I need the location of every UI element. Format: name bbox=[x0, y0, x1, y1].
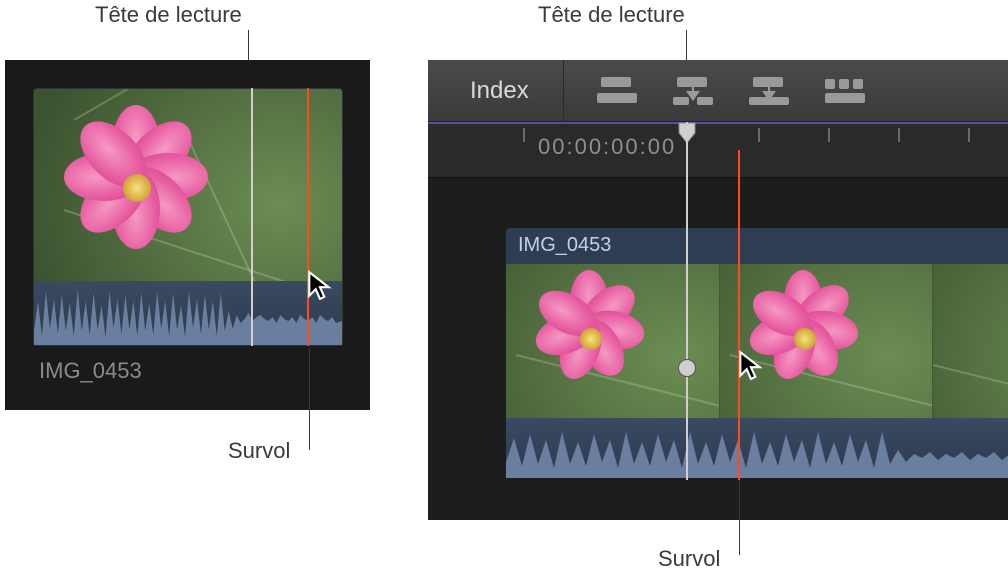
browser-audio-waveform bbox=[34, 281, 342, 345]
timeline-playhead[interactable] bbox=[686, 122, 688, 480]
timeline-ruler[interactable]: 00:00:00:00 bbox=[428, 122, 1008, 178]
timeline-skimmer[interactable] bbox=[738, 150, 740, 480]
clip-title-bar: IMG_0453 bbox=[506, 228, 1008, 264]
flower-image bbox=[52, 99, 222, 269]
clip-title-label: IMG_0453 bbox=[518, 234, 611, 256]
playhead-knob[interactable] bbox=[679, 360, 695, 376]
browser-playhead[interactable] bbox=[251, 88, 253, 346]
timecode-label: 00:00:00:00 bbox=[538, 134, 676, 160]
append-clip-icon[interactable] bbox=[666, 70, 720, 112]
index-button[interactable]: Index bbox=[428, 60, 564, 122]
browser-filmstrip bbox=[34, 89, 342, 281]
callout-line-skimmer-left bbox=[309, 347, 310, 450]
browser-panel: IMG_0453 bbox=[5, 60, 370, 410]
callout-playhead-right: Tête de lecture bbox=[538, 2, 685, 28]
callout-skimmer-right: Survol bbox=[658, 546, 720, 572]
callout-line-skimmer-right bbox=[739, 480, 740, 555]
browser-clip[interactable] bbox=[33, 88, 343, 346]
overwrite-clip-icon[interactable] bbox=[818, 70, 872, 112]
timeline-panel: Index bbox=[428, 60, 1008, 520]
edit-tool-group bbox=[564, 70, 872, 112]
callout-skimmer-left: Survol bbox=[228, 438, 290, 464]
insert-clip-icon[interactable] bbox=[590, 70, 644, 112]
browser-skimmer[interactable] bbox=[307, 88, 309, 346]
timeline-audio-waveform bbox=[506, 418, 1008, 478]
timeline-filmstrip bbox=[506, 264, 1008, 418]
browser-clip-name: IMG_0453 bbox=[39, 358, 142, 384]
callout-playhead-left: Tête de lecture bbox=[95, 2, 242, 28]
timeline-toolbar: Index bbox=[428, 60, 1008, 122]
connect-clip-icon[interactable] bbox=[742, 70, 796, 112]
timeline-clip[interactable]: IMG_0453 bbox=[506, 228, 1008, 478]
index-button-label: Index bbox=[470, 77, 529, 105]
